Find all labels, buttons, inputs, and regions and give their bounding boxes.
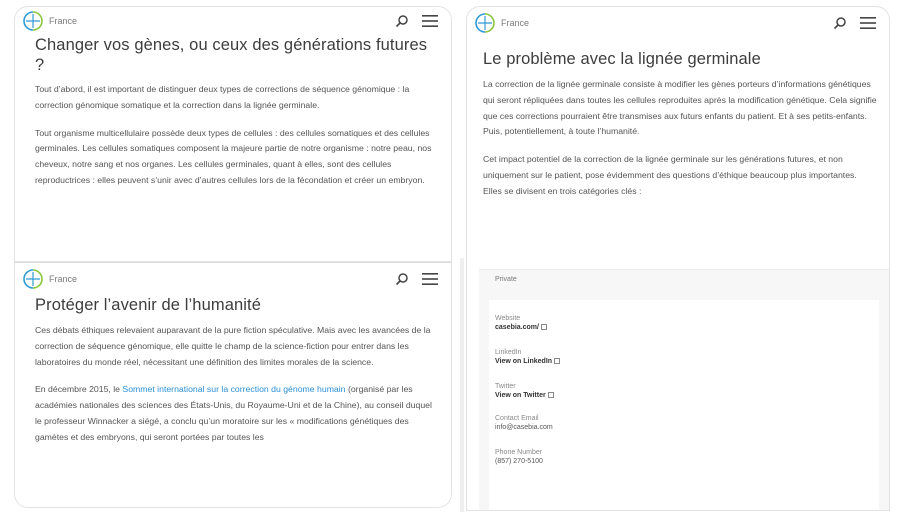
phone-value: (857) 270-5100 bbox=[495, 458, 543, 465]
article-panel-humanity: France Protéger l’avenir de l’humanité C… bbox=[14, 262, 452, 508]
article-paragraph: La correction de la lignée germinale con… bbox=[483, 79, 877, 137]
article-paragraph: Tout organisme multicellulaire possède d… bbox=[35, 127, 432, 185]
external-link-icon bbox=[547, 392, 554, 399]
article-paragraph: Ces débats éthiques relevaient auparavan… bbox=[35, 325, 431, 367]
article-paragraph: Tout d’abord, il est important de distin… bbox=[35, 84, 410, 110]
email-row: Contact Email info@casebia.com bbox=[495, 414, 553, 432]
twitter-link[interactable]: View on Twitter bbox=[495, 391, 554, 400]
brand-label: France bbox=[49, 274, 78, 284]
twitter-row: Twitter View on Twitter bbox=[495, 382, 554, 400]
website-label: Website bbox=[495, 315, 521, 322]
article-heading: Le problème avec la lignée germinale bbox=[483, 50, 761, 68]
linkedin-label: LinkedIn bbox=[495, 349, 522, 356]
top-bar: France bbox=[467, 7, 889, 39]
phone-row: Phone Number (857) 270-5100 bbox=[495, 448, 543, 466]
brand-label: France bbox=[49, 16, 78, 26]
top-bar: France bbox=[15, 7, 451, 35]
article-heading: Changer vos gènes, ou ceux des génératio… bbox=[35, 36, 428, 74]
linkedin-link[interactable]: View on LinkedIn bbox=[495, 357, 561, 366]
phone-label: Phone Number bbox=[495, 449, 543, 456]
hamburger-menu-icon[interactable] bbox=[419, 268, 441, 290]
panel-divider bbox=[460, 258, 464, 512]
bayer-cross-logo-icon[interactable] bbox=[23, 11, 43, 31]
top-bar: France bbox=[15, 263, 451, 295]
article-paragraph: En décembre 2015, le Sommet internationa… bbox=[35, 384, 432, 442]
search-icon[interactable] bbox=[391, 268, 413, 290]
search-icon[interactable] bbox=[829, 12, 851, 34]
article-panel-genes: France Changer vos gènes, ou ceux des gé… bbox=[14, 6, 452, 262]
summit-link[interactable]: Sommet international sur la correction d… bbox=[122, 384, 345, 394]
article-heading: Protéger l’avenir de l’humanité bbox=[35, 296, 261, 314]
contact-details: Website casebia.com/ LinkedIn View on Li… bbox=[489, 300, 879, 510]
company-type: Private bbox=[495, 276, 517, 283]
hamburger-menu-icon[interactable] bbox=[857, 12, 879, 34]
email-value[interactable]: info@casebia.com bbox=[495, 423, 553, 432]
website-row: Website casebia.com/ bbox=[495, 314, 547, 332]
hamburger-menu-icon[interactable] bbox=[419, 10, 441, 32]
company-profile-card: Private Website casebia.com/ LinkedIn Vi… bbox=[479, 269, 889, 510]
linkedin-row: LinkedIn View on LinkedIn bbox=[495, 348, 561, 366]
external-link-icon bbox=[554, 358, 561, 365]
bayer-cross-logo-icon[interactable] bbox=[23, 269, 43, 289]
bayer-cross-logo-icon[interactable] bbox=[475, 13, 495, 33]
twitter-label: Twitter bbox=[495, 383, 516, 390]
website-link[interactable]: casebia.com/ bbox=[495, 323, 547, 332]
article-paragraph: Cet impact potentiel de la correction de… bbox=[483, 154, 857, 196]
brand-label: France bbox=[501, 18, 530, 28]
article-panel-germline: France Le problème avec la lignée germin… bbox=[466, 6, 890, 511]
search-icon[interactable] bbox=[391, 10, 413, 32]
email-label: Contact Email bbox=[495, 415, 539, 422]
external-link-icon bbox=[540, 324, 547, 331]
